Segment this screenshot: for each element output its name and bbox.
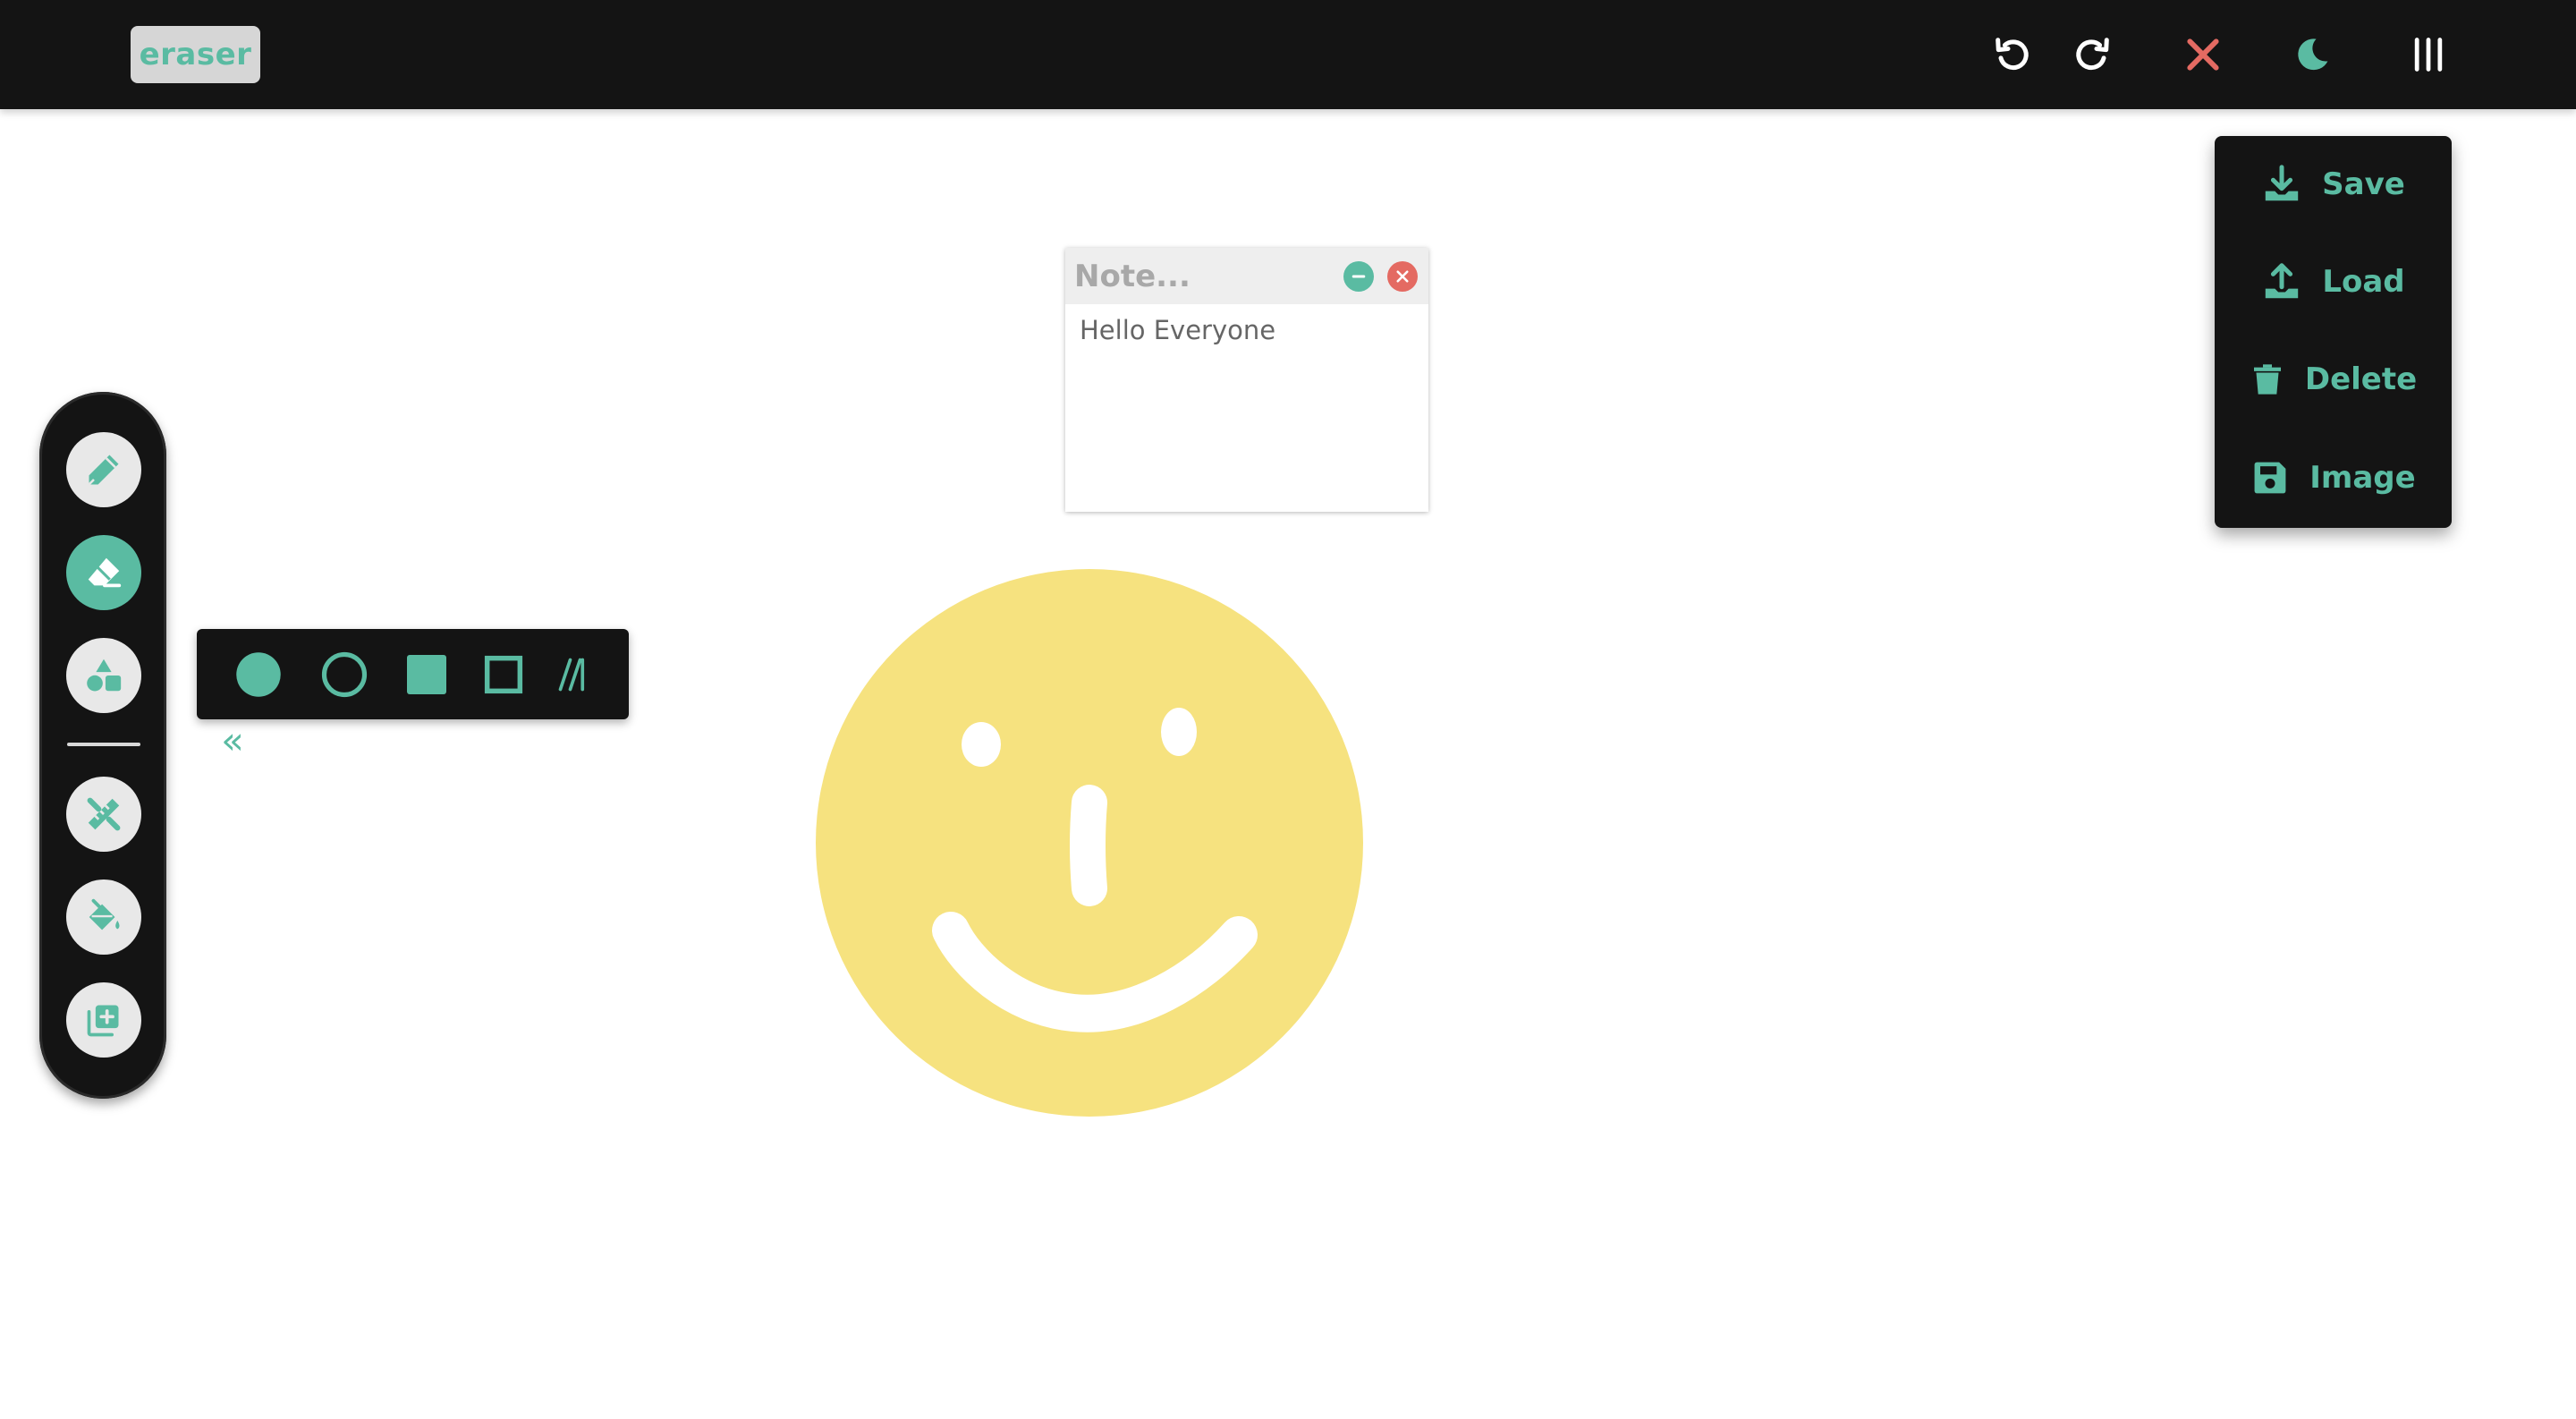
smiley-right-eye [1161, 708, 1197, 756]
shapes-icon [87, 659, 122, 692]
outline-square-option[interactable] [479, 650, 528, 699]
upload-icon [2266, 263, 2299, 299]
outline-square-icon [484, 655, 523, 694]
filled-circle-icon [236, 652, 281, 697]
clear-canvas-button[interactable] [2172, 23, 2234, 86]
trash-icon [2253, 364, 2281, 395]
moon-icon [2298, 38, 2328, 71]
menu-item-image[interactable]: Image [2215, 442, 2452, 514]
menu-item-delete[interactable]: Delete [2215, 344, 2452, 415]
eraser-icon [88, 557, 122, 588]
fill-bucket-icon [89, 898, 120, 930]
filled-square-icon [407, 655, 446, 694]
filled-square-option[interactable] [402, 650, 451, 699]
note-header[interactable]: Note... [1065, 248, 1428, 304]
close-icon [2187, 38, 2219, 71]
pencil-tool-button[interactable] [66, 432, 141, 507]
hatch-lines-icon [558, 658, 585, 692]
shape-options-panel [197, 629, 629, 719]
sticky-note[interactable]: Note... Hello Everyone [1065, 248, 1428, 512]
undo-button[interactable] [1981, 23, 2044, 86]
smiley-left-eye [962, 722, 1001, 767]
menu-toggle-button[interactable] [2397, 23, 2460, 86]
note-close-button[interactable] [1387, 261, 1418, 292]
menu-item-label: Save [2322, 166, 2405, 202]
filled-circle-option[interactable] [234, 650, 283, 699]
collapse-panel-button[interactable]: « [215, 722, 250, 760]
menu-bars-icon [2414, 38, 2443, 72]
edit-tool-button[interactable] [66, 777, 141, 852]
theme-toggle-button[interactable] [2281, 23, 2343, 86]
file-menu: Save Load Delete Image [2215, 136, 2452, 528]
redo-icon [2076, 38, 2109, 71]
toolbar-divider [67, 743, 140, 746]
smiley-drawing [816, 569, 1363, 1117]
note-title-input[interactable]: Note... [1074, 255, 1191, 298]
minus-icon [1352, 275, 1366, 278]
pencil-icon [88, 455, 119, 486]
menu-item-label: Load [2322, 264, 2405, 300]
add-note-tool-button[interactable] [66, 982, 141, 1058]
smiley-nose [1070, 785, 1107, 906]
current-tool-badge: eraser [131, 26, 260, 83]
eraser-tool-button[interactable] [66, 535, 141, 610]
add-note-icon [87, 1005, 119, 1037]
menu-item-label: Image [2309, 460, 2416, 496]
pencil-ruler-icon [87, 797, 121, 831]
fill-tool-button[interactable] [66, 879, 141, 955]
tool-sidebar [39, 392, 166, 1099]
menu-item-label: Delete [2304, 361, 2418, 397]
menu-item-save[interactable]: Save [2215, 149, 2452, 220]
note-minimize-button[interactable] [1343, 261, 1374, 292]
redo-button[interactable] [2061, 23, 2123, 86]
floppy-disk-icon [2254, 462, 2286, 494]
close-icon [1396, 270, 1409, 283]
note-body-text[interactable]: Hello Everyone [1080, 312, 1414, 500]
top-bar: eraser [0, 0, 2576, 109]
download-icon [2265, 165, 2299, 201]
outline-circle-icon [321, 651, 368, 698]
outline-circle-option[interactable] [320, 650, 369, 699]
menu-item-load[interactable]: Load [2215, 246, 2452, 318]
undo-icon [1996, 38, 2029, 71]
hatch-fill-option[interactable] [551, 650, 599, 699]
shapes-tool-button[interactable] [66, 638, 141, 713]
